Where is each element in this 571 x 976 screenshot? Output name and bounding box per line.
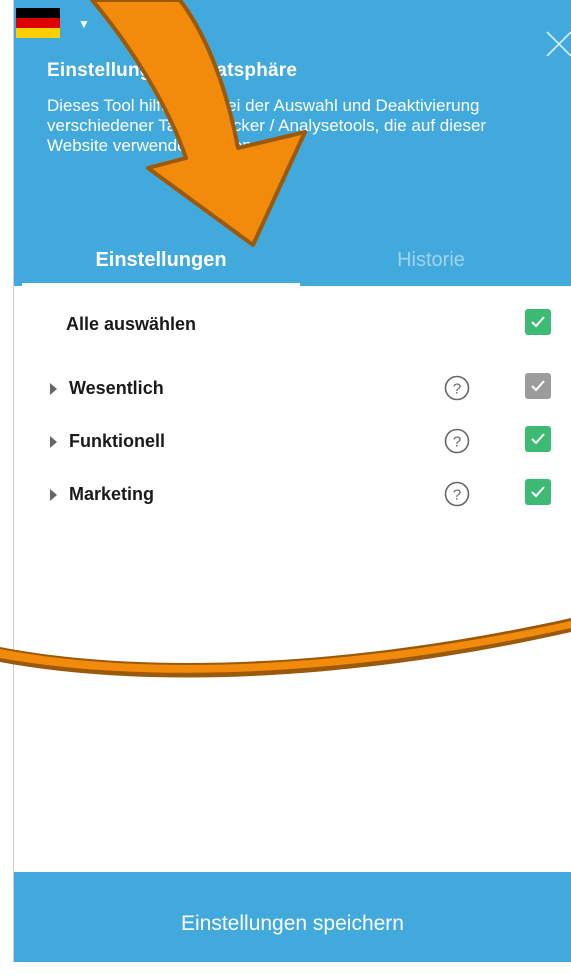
panel-header: ▼ Einstellungen Privatsphäre Dieses Tool… — [14, 0, 571, 286]
tab-einstellungen[interactable]: Einstellungen — [22, 238, 300, 286]
category-row-funktionell: Funktionell ? — [14, 423, 571, 463]
panel-description: Dieses Tool hilft Ihnen bei der Auswahl … — [47, 96, 487, 155]
category-checkbox[interactable] — [525, 426, 551, 452]
help-icon[interactable]: ? — [443, 427, 471, 455]
category-row-marketing: Marketing ? — [14, 476, 571, 516]
help-icon[interactable]: ? — [443, 374, 471, 402]
help-icon[interactable]: ? — [443, 480, 471, 508]
category-label: Marketing — [69, 484, 155, 504]
panel-title: Einstellungen Privatsphäre — [47, 60, 298, 81]
chevron-down-icon: ▼ — [78, 17, 90, 31]
german-flag-icon — [16, 8, 60, 38]
select-all-label: Alle auswählen — [66, 314, 197, 334]
tab-historie[interactable]: Historie — [300, 238, 562, 286]
category-label: Wesentlich — [69, 378, 164, 398]
category-checkbox[interactable] — [525, 479, 551, 505]
category-row-wesentlich: Wesentlich ? — [14, 370, 571, 410]
svg-text:?: ? — [453, 381, 461, 398]
close-icon[interactable] — [541, 26, 571, 57]
category-checkbox-locked[interactable] — [525, 373, 551, 399]
tab-bar: Einstellungen Historie — [14, 238, 571, 286]
expand-arrow-icon[interactable] — [50, 383, 57, 395]
svg-text:?: ? — [453, 434, 461, 451]
svg-text:?: ? — [453, 487, 461, 504]
category-label: Funktionell — [69, 431, 165, 451]
expand-arrow-icon[interactable] — [50, 436, 57, 448]
select-all-row: Alle auswählen — [14, 306, 571, 346]
select-all-checkbox[interactable] — [525, 309, 551, 335]
expand-arrow-icon[interactable] — [50, 489, 57, 501]
language-selector[interactable]: ▼ — [16, 8, 90, 38]
save-settings-button[interactable]: Einstellungen speichern — [14, 872, 571, 962]
privacy-settings-panel: ▼ Einstellungen Privatsphäre Dieses Tool… — [14, 0, 571, 962]
